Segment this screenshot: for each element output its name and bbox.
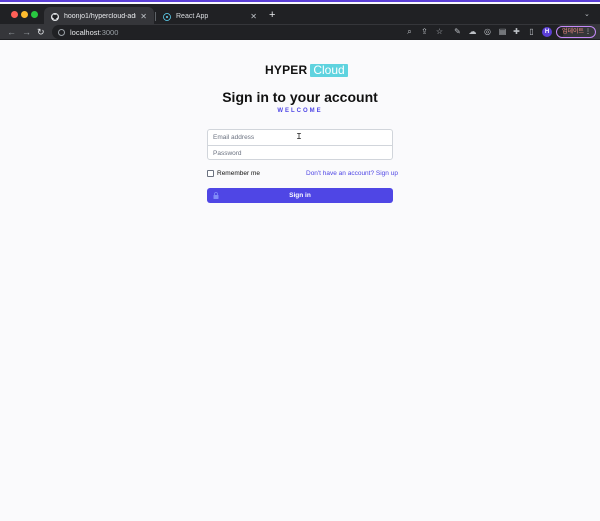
browser-toolbar: ← → ↻ localhost :3000 ⌕ ⇪ ☆ ✎ ☁ ◎ ▤ ✚ ▯ … <box>0 24 600 40</box>
forward-arrow-icon[interactable]: → <box>22 25 31 39</box>
login-page: HYPER Cloud Sign in to your account WELC… <box>0 41 600 521</box>
reload-icon[interactable]: ↻ <box>37 25 45 39</box>
side-panel-icon[interactable]: ▯ <box>527 27 536 36</box>
back-arrow-icon[interactable]: ← <box>7 25 16 39</box>
update-button[interactable]: 업데이트 ⋮ <box>556 26 596 38</box>
site-info-icon[interactable] <box>58 28 65 36</box>
tab-strip: hoonjo1/hypercloud-admin-te ✕ React App … <box>0 4 600 26</box>
react-icon <box>163 12 171 21</box>
page-subtitle: WELCOME <box>277 108 323 114</box>
remember-me-checkbox[interactable] <box>207 170 214 177</box>
tab-close-icon[interactable]: ✕ <box>140 12 147 21</box>
close-window-button[interactable] <box>11 11 18 18</box>
url-port: :3000 <box>99 27 119 37</box>
bookmark-star-icon[interactable]: ☆ <box>435 27 444 36</box>
tab-title: hoonjo1/hypercloud-admin-te <box>64 13 136 20</box>
new-tab-button[interactable]: + <box>269 8 275 22</box>
zoom-icon[interactable]: ⌕ <box>405 27 414 36</box>
logo-accent-text: Cloud <box>310 63 348 77</box>
tab-search-chevron-icon[interactable]: ⌄ <box>584 10 590 18</box>
maximize-window-button[interactable] <box>31 11 38 18</box>
signup-link[interactable]: Don't have an account? Sign up <box>306 170 398 177</box>
hypercloud-logo: HYPER Cloud <box>265 63 348 77</box>
update-label: 업데이트 <box>562 29 585 35</box>
minimize-window-button[interactable] <box>21 11 28 18</box>
profile-avatar[interactable]: H <box>542 27 552 37</box>
cloud-extension-icon[interactable]: ☁ <box>468 27 477 36</box>
more-menu-icon[interactable]: ⋮ <box>585 27 591 37</box>
compass-extension-icon[interactable]: ◎ <box>483 27 492 36</box>
tab-close-icon[interactable]: ✕ <box>250 12 257 21</box>
url-host: localhost <box>70 27 100 37</box>
logo-text: HYPER <box>265 63 308 77</box>
remember-me[interactable]: Remember me <box>207 170 260 177</box>
browser-window: hoonjo1/hypercloud-admin-te ✕ React App … <box>0 0 600 521</box>
remember-me-label: Remember me <box>217 170 260 177</box>
page-title: Sign in to your account <box>222 89 378 105</box>
tab-title: React App <box>176 13 209 20</box>
pen-extension-icon[interactable]: ✎ <box>453 27 462 36</box>
sign-in-label: Sign in <box>289 192 311 199</box>
text-cursor-icon: Ｉ <box>295 132 303 141</box>
document-extension-icon[interactable]: ▤ <box>498 27 507 36</box>
password-field[interactable] <box>208 145 392 160</box>
lock-icon <box>213 192 219 199</box>
share-icon[interactable]: ⇪ <box>420 27 429 36</box>
github-icon <box>51 12 59 21</box>
extensions-puzzle-icon[interactable]: ✚ <box>512 27 521 36</box>
sign-in-button[interactable]: Sign in <box>207 188 393 203</box>
